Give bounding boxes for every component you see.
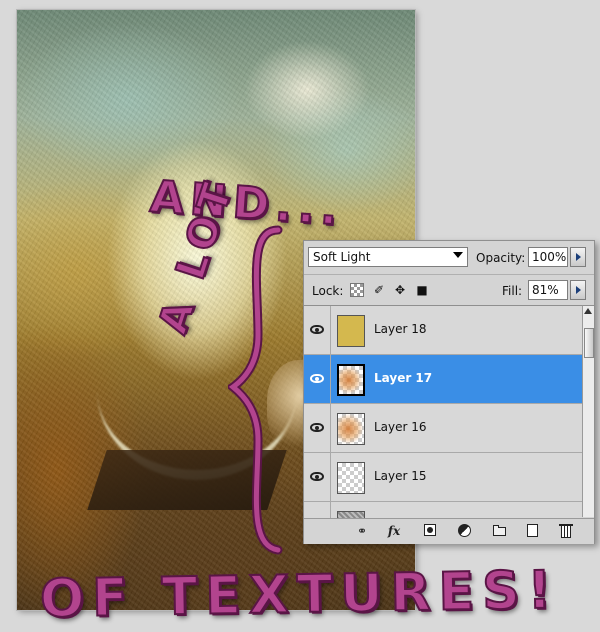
visibility-toggle[interactable]: [304, 502, 331, 518]
layer-row-18[interactable]: Layer 18: [304, 306, 582, 355]
layers-panel: Soft Light Opacity: 100% Lock: ✐ ✥ ■ Fil…: [303, 240, 595, 544]
scroll-thumb[interactable]: [584, 328, 594, 358]
panel-footer: ⚭ fx: [304, 518, 594, 544]
fill-input[interactable]: 81%: [528, 280, 568, 300]
eye-icon: [310, 374, 324, 383]
visibility-toggle[interactable]: [304, 404, 331, 452]
annotation-of-textures: OF TEXTURES!: [39, 559, 561, 630]
opacity-label: Opacity:: [476, 251, 526, 265]
opacity-input[interactable]: 100%: [528, 247, 568, 267]
blend-mode-select[interactable]: Soft Light: [308, 247, 468, 267]
link-icon[interactable]: ⚭: [354, 523, 370, 539]
fx-icon[interactable]: fx: [386, 523, 402, 539]
layer-thumbnail: [337, 511, 365, 518]
visibility-toggle[interactable]: [304, 355, 331, 403]
layer-row-17[interactable]: Layer 17: [304, 355, 582, 404]
opacity-slider-button[interactable]: [570, 247, 586, 267]
scroll-up-icon[interactable]: [584, 308, 592, 314]
layer-name: Layer 18: [374, 322, 427, 336]
fill-slider-button[interactable]: [570, 280, 586, 300]
new-layer-icon[interactable]: [525, 523, 541, 539]
group-icon[interactable]: [492, 523, 508, 539]
layer-list-scrollbar[interactable]: [582, 305, 594, 517]
curly-brace-icon: [228, 225, 283, 555]
fill-label: Fill:: [502, 284, 523, 298]
layer-row-16[interactable]: Layer 16: [304, 404, 582, 453]
visibility-toggle[interactable]: [304, 453, 331, 501]
blend-opacity-row: Soft Light Opacity: 100%: [304, 241, 594, 273]
visibility-toggle[interactable]: [304, 306, 331, 354]
layer-thumbnail: [337, 462, 365, 494]
layer-row-partial[interactable]: [304, 502, 582, 518]
layer-name: Layer 17: [374, 371, 433, 385]
lock-transparency-icon[interactable]: [350, 283, 364, 297]
eye-icon: [310, 472, 324, 481]
layer-name: Layer 16: [374, 420, 427, 434]
layer-list: Layer 18 Layer 17 Layer 16 Layer 15: [304, 305, 582, 518]
blend-mode-value: Soft Light: [313, 250, 371, 264]
eye-icon: [310, 423, 324, 432]
lock-move-icon[interactable]: ✥: [393, 283, 407, 297]
layer-name: Layer 15: [374, 469, 427, 483]
layer-row-15[interactable]: Layer 15: [304, 453, 582, 502]
lock-label: Lock:: [312, 284, 344, 298]
adjustment-icon[interactable]: [457, 523, 473, 539]
layer-thumbnail: [337, 413, 365, 445]
lock-all-icon[interactable]: ■: [415, 283, 429, 297]
eye-icon: [310, 325, 324, 334]
layer-thumbnail: [337, 315, 365, 347]
trash-icon[interactable]: [558, 523, 574, 539]
layer-thumbnail: [337, 364, 365, 396]
chevron-down-icon: [453, 252, 463, 258]
lock-fill-row: Lock: ✐ ✥ ■ Fill: 81%: [304, 274, 594, 305]
mask-icon[interactable]: [423, 523, 439, 539]
lock-brush-icon[interactable]: ✐: [372, 283, 386, 297]
